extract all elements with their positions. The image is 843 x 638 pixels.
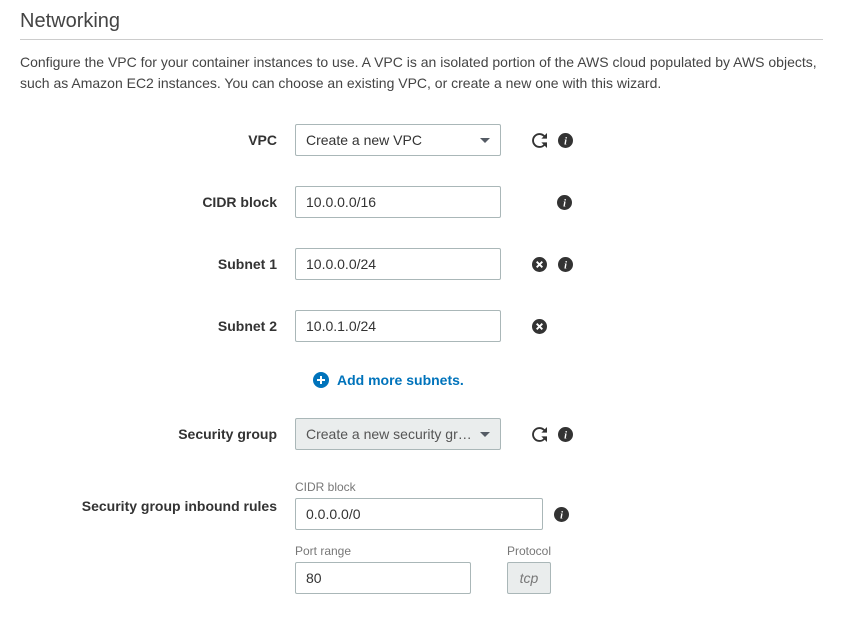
row-inbound-rules: Security group inbound rules CIDR block … xyxy=(20,480,823,594)
security-group-dropdown[interactable]: Create a new security gr… xyxy=(295,418,501,450)
label-subnet1: Subnet 1 xyxy=(20,256,295,272)
refresh-icon[interactable] xyxy=(531,426,547,442)
row-vpc: VPC Create a new VPC i xyxy=(20,124,823,156)
vpc-dropdown[interactable]: Create a new VPC xyxy=(295,124,501,156)
info-icon[interactable]: i xyxy=(553,506,569,522)
label-inbound-rules: Security group inbound rules xyxy=(20,480,295,514)
row-subnet1: Subnet 1 i xyxy=(20,248,823,280)
chevron-down-icon xyxy=(480,138,490,143)
refresh-icon[interactable] xyxy=(531,132,547,148)
inbound-protocol-input xyxy=(507,562,551,594)
row-cidr: CIDR block i xyxy=(20,186,823,218)
label-cidr: CIDR block xyxy=(20,194,295,210)
subnet2-input[interactable] xyxy=(295,310,501,342)
cidr-input[interactable] xyxy=(295,186,501,218)
section-description: Configure the VPC for your container ins… xyxy=(20,52,823,94)
label-subnet2: Subnet 2 xyxy=(20,318,295,334)
add-subnets-link[interactable]: Add more subnets. xyxy=(313,372,823,388)
add-subnets-label: Add more subnets. xyxy=(337,372,464,388)
sublabel-cidr: CIDR block xyxy=(295,480,543,494)
info-icon[interactable]: i xyxy=(556,194,572,210)
chevron-down-icon xyxy=(480,432,490,437)
subnet1-input[interactable] xyxy=(295,248,501,280)
svg-text:i: i xyxy=(560,510,563,521)
remove-icon[interactable] xyxy=(531,318,547,334)
info-icon[interactable]: i xyxy=(557,132,573,148)
sublabel-protocol: Protocol xyxy=(507,544,551,558)
svg-text:i: i xyxy=(564,430,567,441)
label-security-group: Security group xyxy=(20,426,295,442)
inbound-cidr-input[interactable] xyxy=(295,498,543,530)
label-vpc: VPC xyxy=(20,132,295,148)
remove-icon[interactable] xyxy=(531,256,547,272)
info-icon[interactable]: i xyxy=(557,256,573,272)
svg-text:i: i xyxy=(564,260,567,271)
plus-circle-icon xyxy=(313,372,329,388)
svg-text:i: i xyxy=(564,136,567,147)
inbound-port-input[interactable] xyxy=(295,562,471,594)
sublabel-port: Port range xyxy=(295,544,471,558)
info-icon[interactable]: i xyxy=(557,426,573,442)
security-group-value: Create a new security gr… xyxy=(306,426,472,442)
vpc-dropdown-value: Create a new VPC xyxy=(306,132,422,148)
section-title: Networking xyxy=(20,10,823,40)
svg-text:i: i xyxy=(563,198,566,209)
row-subnet2: Subnet 2 xyxy=(20,310,823,342)
row-security-group: Security group Create a new security gr…… xyxy=(20,418,823,450)
